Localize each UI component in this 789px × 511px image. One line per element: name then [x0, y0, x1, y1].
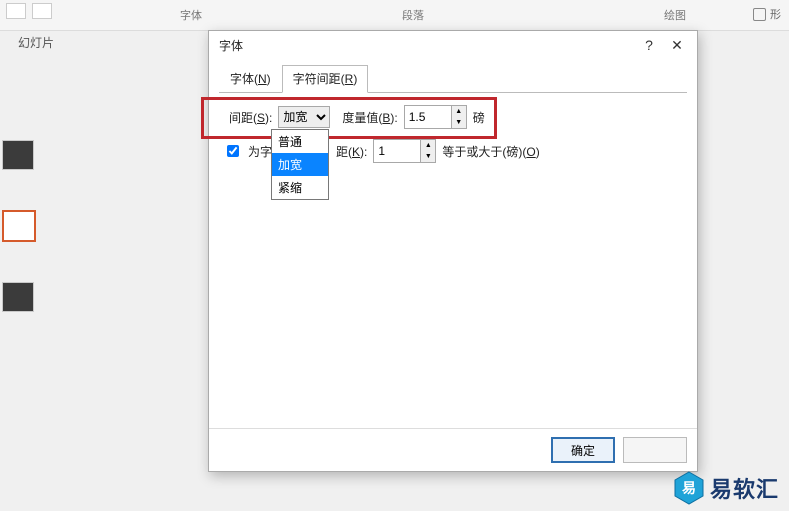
kern-value-input[interactable] — [374, 140, 420, 162]
slide-thumbnails — [2, 60, 36, 509]
slide-thumb[interactable] — [2, 140, 34, 170]
kern-tail-label: 等于或大于(磅)(O) — [442, 143, 539, 160]
spin-down-icon[interactable]: ▼ — [452, 117, 466, 128]
dialog-tabs: 字体(N) 字符间距(R) — [219, 65, 687, 93]
tab-font[interactable]: 字体(N) — [219, 65, 282, 93]
by-value-input[interactable] — [405, 106, 451, 128]
spacing-row: 间距(S): 加宽 度量值(B): ▲ ▼ 磅 — [229, 105, 683, 129]
shape-icon — [753, 8, 766, 21]
spin-up-icon[interactable]: ▲ — [452, 106, 466, 117]
spin-down-icon[interactable]: ▼ — [421, 151, 435, 162]
kern-k-label: 距(K): — [336, 143, 367, 160]
by-value-spinner[interactable]: ▲ ▼ — [404, 105, 467, 129]
ribbon-group-paragraph: 段落 — [402, 7, 424, 23]
svg-text:易: 易 — [682, 480, 696, 496]
ribbon-background: 字体 段落 绘图 — [0, 0, 789, 31]
ribbon-shape-button[interactable]: 形 — [753, 0, 781, 28]
close-icon: ✕ — [671, 37, 683, 54]
ribbon-icons — [6, 3, 52, 19]
tab-font-label: 字体(N) — [230, 72, 271, 86]
dialog-titlebar: 字体 ? ✕ — [209, 31, 697, 59]
watermark-hex-icon: 易 — [674, 471, 704, 505]
help-icon: ? — [645, 37, 653, 53]
watermark-logo: 易 易软汇 — [674, 471, 779, 505]
help-button[interactable]: ? — [635, 33, 663, 57]
cancel-button[interactable] — [623, 437, 687, 463]
tab-char-spacing[interactable]: 字符间距(R) — [282, 65, 369, 93]
ok-button[interactable]: 确定 — [551, 437, 615, 463]
watermark-text: 易软汇 — [710, 472, 779, 504]
dialog-title: 字体 — [219, 37, 635, 54]
spacing-label: 间距(S): — [229, 109, 272, 126]
dialog-body: 间距(S): 加宽 度量值(B): ▲ ▼ 磅 为字体 距(K): — [209, 93, 697, 428]
slide-thumb-selected[interactable] — [2, 210, 36, 242]
ribbon-group-drawing: 绘图 — [664, 7, 686, 23]
kerning-checkbox[interactable] — [227, 145, 239, 157]
font-dialog: 字体 ? ✕ 字体(N) 字符间距(R) 间距(S): 加宽 度量值(B): ▲ — [208, 30, 698, 472]
slides-panel-label: 幻灯片 — [18, 34, 54, 51]
kern-value-spinner[interactable]: ▲ ▼ — [373, 139, 436, 163]
spacing-option-condensed[interactable]: 紧缩 — [272, 176, 328, 199]
spacing-combo[interactable]: 加宽 — [278, 106, 330, 128]
dialog-footer: 确定 — [209, 428, 697, 471]
ribbon-shape-label: 形 — [770, 6, 781, 22]
spacing-option-normal[interactable]: 普通 — [272, 130, 328, 153]
ribbon-group-font: 字体 — [180, 7, 202, 23]
by-label: 度量值(B): — [342, 109, 397, 126]
close-button[interactable]: ✕ — [663, 33, 691, 57]
spacing-dropdown-list: 普通 加宽 紧缩 — [271, 129, 329, 200]
slide-thumb[interactable] — [2, 282, 34, 312]
spin-up-icon[interactable]: ▲ — [421, 140, 435, 151]
tab-spacing-label: 字符间距(R) — [293, 72, 358, 86]
spacing-option-expanded[interactable]: 加宽 — [272, 153, 328, 176]
unit-label: 磅 — [473, 109, 485, 126]
